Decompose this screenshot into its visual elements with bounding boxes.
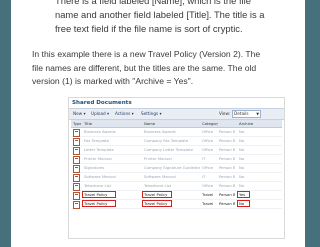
example-line: version (1) is marked with "Archive = Ye… — [32, 76, 194, 86]
intro-line: name and another field labeled [Title]. … — [55, 9, 265, 20]
example-line: file names are different, but the titles… — [32, 62, 257, 73]
document-icon — [73, 165, 80, 173]
column-name[interactable]: Title — [84, 120, 138, 127]
row-archive: No — [239, 129, 245, 134]
row-name[interactable]: Software Manual — [84, 173, 138, 181]
row-title: Travel Policy — [144, 192, 168, 197]
document-icon — [73, 147, 80, 155]
row-category: Travel — [202, 201, 214, 206]
row-category: Office — [202, 147, 214, 152]
document-icon — [73, 129, 80, 137]
intro-text: There is a field labeled [Name], which i… — [55, 0, 290, 36]
row-person: Person B — [219, 129, 235, 134]
row-person: Person B — [219, 174, 235, 179]
row-archive: No — [239, 138, 245, 143]
table-row[interactable]: Signatures Company Signature Guideline O… — [71, 164, 282, 173]
actions-menu-button[interactable]: Actions ▾ — [113, 110, 136, 117]
row-person: Person B — [219, 138, 235, 143]
intro-line: free text field if the file name is sort… — [55, 23, 243, 34]
row-category: Office — [202, 138, 214, 143]
row-title: Printer Manual — [144, 156, 172, 161]
document-icon — [73, 201, 80, 209]
row-archive: No — [239, 174, 245, 179]
row-person: Person B — [219, 183, 235, 188]
row-archive: No — [239, 183, 245, 188]
row-category: Office — [202, 129, 214, 134]
column-archive[interactable]: Archive — [239, 120, 253, 127]
row-name[interactable]: Travel Policy — [84, 200, 138, 208]
row-title: Company Fax Template — [144, 138, 189, 143]
row-title: Travel Policy — [144, 201, 168, 206]
view-label: View: — [219, 111, 231, 116]
row-title: Software Manual — [144, 174, 176, 179]
example-text: In this example there is a new Travel Po… — [32, 48, 304, 89]
row-person: Person B — [219, 165, 235, 170]
column-type[interactable]: Type — [73, 120, 81, 127]
row-archive: No — [239, 147, 245, 152]
table-row[interactable]: Printer Manual Printer Manual IT Person … — [71, 155, 282, 164]
row-archive: Yes — [239, 192, 246, 197]
row-name[interactable]: Business Awards — [84, 128, 138, 136]
row-category: IT — [202, 174, 206, 179]
documents-grid: Type Title Name Category Archive Busines… — [71, 120, 282, 209]
row-title: Telephone List — [144, 183, 172, 188]
document-icon — [73, 138, 80, 146]
row-archive: No — [239, 156, 245, 161]
table-row[interactable]: Telephone List Telephone List Office Per… — [71, 182, 282, 191]
grid-header: Type Title Name Category Archive — [71, 120, 282, 128]
document-icon — [73, 174, 80, 182]
column-category[interactable]: Category — [202, 120, 218, 127]
row-person: Person B — [219, 201, 235, 206]
row-category: Office — [202, 183, 214, 188]
row-person: Person B — [219, 147, 235, 152]
row-name[interactable]: Signatures — [84, 164, 138, 172]
slide: There is a field labeled [Name], which i… — [11, 0, 305, 247]
view-select-value: Details — [234, 111, 249, 116]
column-title[interactable]: Name — [144, 120, 200, 127]
upload-menu-button[interactable]: Upload ▾ — [89, 110, 111, 117]
intro-line: There is a field labeled [Name], which i… — [55, 0, 251, 6]
document-library-screenshot: Shared Documents New ▾ Upload ▾ Actions … — [68, 97, 285, 239]
example-line: In this example there is a new Travel Po… — [32, 49, 261, 59]
table-row[interactable]: Software Manual Software Manual IT Perso… — [71, 173, 282, 182]
row-name[interactable]: Telephone List — [84, 182, 138, 190]
row-archive: No — [239, 165, 245, 170]
row-name[interactable]: Travel Policy — [84, 191, 138, 199]
row-title: Company Signature Guideline — [144, 165, 200, 170]
row-category: Travel — [202, 192, 214, 197]
document-icon — [73, 156, 80, 164]
library-title: Shared Documents — [72, 100, 132, 106]
row-person: Person B — [219, 156, 235, 161]
row-name[interactable]: Letter Template — [84, 146, 138, 154]
row-name[interactable]: Fax Template — [84, 137, 138, 145]
document-icon — [73, 183, 80, 191]
row-title: Business Awards — [144, 129, 176, 134]
table-row[interactable]: Letter Template Company Letter Template … — [71, 146, 282, 155]
row-title: Company Letter Template — [144, 147, 194, 152]
row-person: Person B — [219, 192, 235, 197]
document-icon — [73, 192, 80, 200]
row-category: Office — [202, 165, 214, 170]
settings-menu-button[interactable]: Settings ▾ — [139, 110, 164, 117]
view-select[interactable]: Details ▼ — [232, 110, 261, 118]
new-menu-button[interactable]: New ▾ — [71, 110, 88, 117]
row-archive: No — [239, 201, 245, 206]
table-row[interactable]: Fax Template Company Fax Template Office… — [71, 137, 282, 146]
chevron-down-icon: ▼ — [256, 112, 259, 116]
library-toolbar: New ▾ Upload ▾ Actions ▾ Settings ▾ View… — [69, 108, 284, 120]
row-name[interactable]: Printer Manual — [84, 155, 138, 163]
table-row-highlighted[interactable]: Travel Policy Travel Policy Travel Perso… — [71, 200, 282, 209]
row-category: IT — [202, 156, 206, 161]
table-row-highlighted[interactable]: Travel Policy Travel Policy Travel Perso… — [71, 191, 282, 200]
table-row[interactable]: Business Awards Business Awards Office P… — [71, 128, 282, 137]
